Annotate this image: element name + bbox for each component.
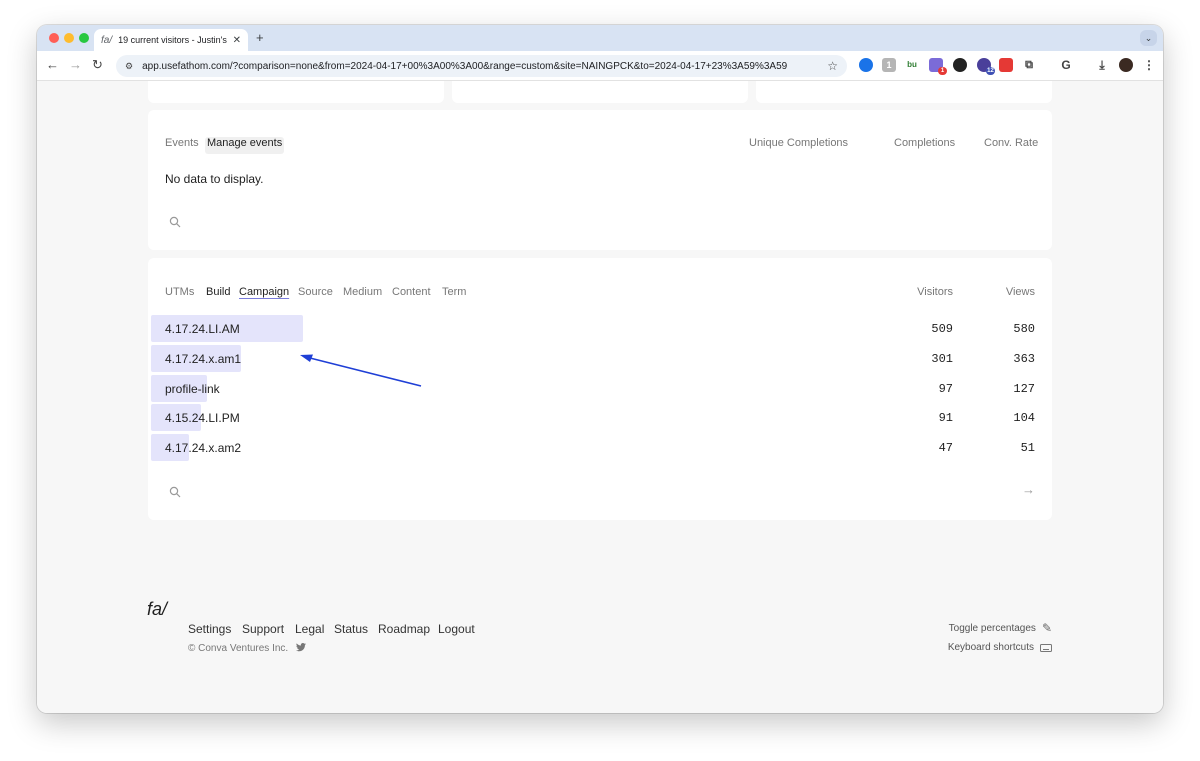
- pencil-icon: ✎: [1041, 621, 1052, 635]
- twitter-icon[interactable]: [295, 643, 306, 652]
- footer-link-legal[interactable]: Legal: [295, 622, 324, 636]
- keyboard-shortcuts[interactable]: Keyboard shortcuts: [948, 642, 1052, 653]
- tab-events[interactable]: Events: [165, 137, 199, 149]
- footer-link-settings[interactable]: Settings: [188, 622, 231, 636]
- empty-message: No data to display.: [165, 172, 264, 186]
- profile-avatar[interactable]: [1119, 58, 1133, 72]
- row-label: 4.15.24.LI.PM: [165, 411, 240, 425]
- tab-search-chevron-icon[interactable]: ⌄: [1140, 30, 1157, 46]
- row-label: profile-link: [165, 382, 220, 396]
- tab-title: 19 current visitors - Justin's: [118, 35, 227, 45]
- utm-search-icon[interactable]: [169, 486, 181, 498]
- extension-purple-icon[interactable]: 1: [929, 58, 947, 75]
- tab-favicon-icon: fa/: [101, 34, 113, 46]
- footer-link-support[interactable]: Support: [242, 622, 284, 636]
- row-views: 580: [1013, 322, 1035, 336]
- row-label: 4.17.24.LI.AM: [165, 322, 240, 336]
- row-label: 4.17.24.x.am1: [165, 352, 242, 366]
- window-controls: [49, 33, 89, 43]
- extension-violet-icon[interactable]: 12: [977, 58, 995, 75]
- manage-events-link[interactable]: Manage events: [207, 137, 282, 149]
- footer-link-logout[interactable]: Logout: [438, 622, 475, 636]
- browser-window: fa/ 19 current visitors - Justin's ✕ + ⌄…: [37, 25, 1163, 713]
- tab-content[interactable]: Content: [392, 286, 431, 298]
- close-window-button[interactable]: [49, 33, 59, 43]
- table-row[interactable]: 4.15.24.LI.PM 91 104: [148, 404, 1052, 431]
- bookmark-star-icon[interactable]: ☆: [827, 59, 838, 73]
- row-visitors: 97: [938, 382, 953, 396]
- col-conv-rate[interactable]: Conv. Rate: [984, 137, 1038, 149]
- extension-badge: 12: [986, 67, 995, 75]
- extensions-puzzle-icon[interactable]: ⧉: [1022, 58, 1036, 72]
- top-card-left: [148, 81, 444, 103]
- table-row[interactable]: 4.17.24.LI.AM 509 580: [148, 315, 1052, 342]
- events-card: Events Manage events Unique Completions …: [148, 110, 1052, 250]
- utm-card: UTMs Build Campaign Source Medium Conten…: [148, 258, 1052, 520]
- row-views: 104: [1013, 411, 1035, 425]
- download-icon[interactable]: ⤓: [1095, 58, 1109, 72]
- url-text: app.usefathom.com/?comparison=none&from=…: [142, 60, 788, 72]
- extension-dark-icon[interactable]: [953, 58, 967, 72]
- footer-link-roadmap[interactable]: Roadmap: [378, 622, 430, 636]
- browser-menu-icon[interactable]: ⋮: [1142, 58, 1156, 72]
- extension-green-icon[interactable]: bu: [905, 58, 919, 72]
- copyright-text: © Conva Ventures Inc.: [188, 643, 289, 654]
- events-search-icon[interactable]: [169, 216, 181, 228]
- extension-red-icon[interactable]: [999, 58, 1013, 72]
- minimize-window-button[interactable]: [64, 33, 74, 43]
- zoom-window-button[interactable]: [79, 33, 89, 43]
- tab-utms[interactable]: UTMs: [165, 286, 194, 298]
- footer-link-status[interactable]: Status: [334, 622, 368, 636]
- tab-build[interactable]: Build: [206, 286, 230, 298]
- forward-arrow-icon[interactable]: →: [69, 57, 82, 72]
- address-bar[interactable]: ⚙ app.usefathom.com/?comparison=none&fro…: [116, 55, 847, 77]
- toggle-percentages[interactable]: Toggle percentages ✎: [949, 621, 1052, 635]
- row-views: 363: [1013, 352, 1035, 366]
- tab-strip: fa/ 19 current visitors - Justin's ✕ + ⌄: [37, 25, 1163, 51]
- col-views[interactable]: Views: [1006, 286, 1035, 298]
- tab-medium[interactable]: Medium: [343, 286, 382, 298]
- browser-toolbar: ← → ↻ ⚙ app.usefathom.com/?comparison=no…: [37, 51, 1163, 81]
- keyboard-icon: [1040, 643, 1052, 652]
- page-content: Events Manage events Unique Completions …: [37, 81, 1163, 713]
- toggle-percentages-label: Toggle percentages: [948, 622, 1036, 634]
- extension-badge: 1: [938, 67, 947, 75]
- col-completions[interactable]: Completions: [894, 137, 955, 149]
- col-visitors[interactable]: Visitors: [917, 286, 953, 298]
- tab-term[interactable]: Term: [442, 286, 466, 298]
- row-visitors: 47: [938, 441, 953, 455]
- reload-icon[interactable]: ↻: [92, 57, 103, 73]
- extension-blue-icon[interactable]: [859, 58, 873, 72]
- row-visitors: 91: [938, 411, 953, 425]
- back-arrow-icon[interactable]: ←: [46, 57, 59, 72]
- fathom-logo[interactable]: fa/: [147, 599, 167, 620]
- row-visitors: 301: [931, 352, 953, 366]
- close-tab-icon[interactable]: ✕: [233, 35, 241, 46]
- active-tab[interactable]: fa/ 19 current visitors - Justin's ✕: [94, 29, 248, 51]
- next-arrow-icon[interactable]: →: [1022, 482, 1035, 497]
- row-views: 127: [1013, 382, 1035, 396]
- tab-source[interactable]: Source: [298, 286, 333, 298]
- tab-campaign[interactable]: Campaign: [239, 286, 289, 298]
- top-card-right: [756, 81, 1052, 103]
- site-settings-icon[interactable]: ⚙: [125, 61, 133, 72]
- row-visitors: 509: [931, 322, 953, 336]
- col-unique-completions[interactable]: Unique Completions: [749, 137, 848, 149]
- table-row[interactable]: profile-link 97 127: [148, 375, 1052, 402]
- table-row[interactable]: 4.17.24.x.am1 301 363: [148, 345, 1052, 372]
- extension-gray-icon[interactable]: 1: [882, 58, 896, 72]
- copyright: © Conva Ventures Inc.: [188, 643, 306, 654]
- row-views: 51: [1020, 441, 1035, 455]
- keyboard-shortcuts-label: Keyboard shortcuts: [947, 642, 1034, 653]
- annotation-arrow: [300, 354, 422, 387]
- row-label: 4.17.24.x.am2: [165, 441, 242, 455]
- google-icon[interactable]: G: [1059, 58, 1073, 72]
- new-tab-button[interactable]: +: [256, 30, 264, 45]
- table-row[interactable]: 4.17.24.x.am2 47 51: [148, 434, 1052, 461]
- top-card-middle: [452, 81, 748, 103]
